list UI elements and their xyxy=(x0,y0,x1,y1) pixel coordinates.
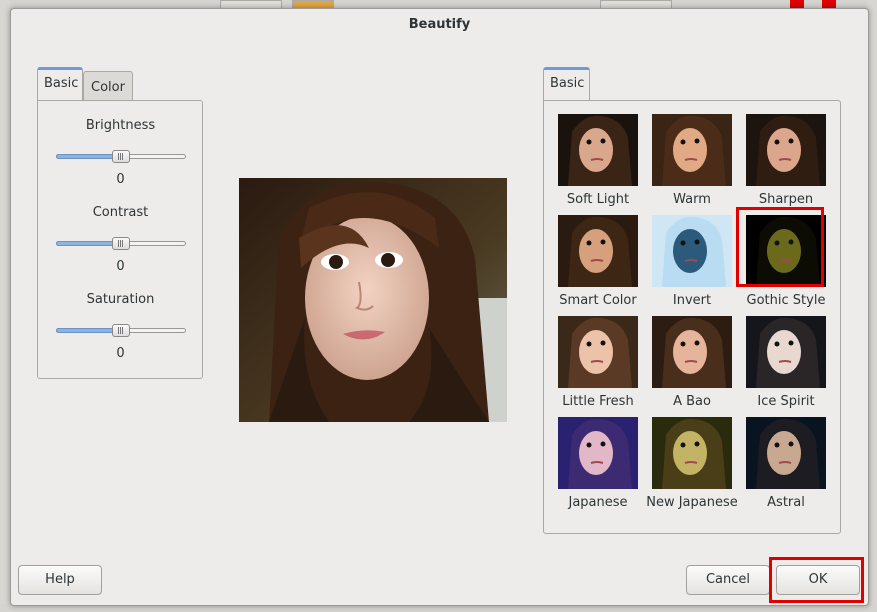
dialog-title: Beautify xyxy=(408,17,471,32)
effect-label: New Japanese xyxy=(646,495,738,510)
effect-thumbnail[interactable] xyxy=(558,316,638,388)
effect-japanese[interactable]: Japanese xyxy=(551,417,645,510)
effect-thumbnail[interactable] xyxy=(558,417,638,489)
effect-label: Smart Color xyxy=(559,293,637,308)
effect-label: Ice Spirit xyxy=(757,394,815,409)
effect-soft-light[interactable]: Soft Light xyxy=(551,114,645,207)
saturation-label: Saturation xyxy=(86,292,155,307)
effect-invert[interactable]: Invert xyxy=(645,215,739,308)
effect-label: Gothic Style xyxy=(746,293,826,308)
contrast-value: 0 xyxy=(116,259,125,274)
effect-thumbnail[interactable] xyxy=(652,114,732,186)
brightness-label: Brightness xyxy=(85,118,156,133)
effect-label: Invert xyxy=(672,293,712,308)
effect-sharpen[interactable]: Sharpen xyxy=(739,114,833,207)
effect-label: Soft Light xyxy=(566,192,630,207)
effect-thumbnail[interactable] xyxy=(746,417,826,489)
adjustments-panel: Brightness 0 Contrast 0 Saturation 0 xyxy=(37,100,203,379)
background-window-left xyxy=(0,0,10,612)
effect-thumbnail[interactable] xyxy=(558,114,638,186)
effect-thumbnail[interactable] xyxy=(746,316,826,388)
brightness-slider[interactable] xyxy=(56,150,186,163)
saturation-value: 0 xyxy=(116,346,125,361)
contrast-slider-handle[interactable] xyxy=(112,237,130,250)
effect-label: A Bao xyxy=(673,394,711,409)
contrast-label: Contrast xyxy=(92,205,149,220)
contrast-slider[interactable] xyxy=(56,237,186,250)
saturation-slider-handle[interactable] xyxy=(112,324,130,337)
effects-panel: Soft Light Warm Sharpen Smart Color Invert Go… xyxy=(543,100,841,534)
effect-little-fresh[interactable]: Little Fresh xyxy=(551,316,645,409)
effect-label: Warm xyxy=(673,192,711,207)
effect-ice-spirit[interactable]: Ice Spirit xyxy=(739,316,833,409)
cancel-button[interactable]: Cancel xyxy=(686,565,770,595)
effect-label: Astral xyxy=(767,495,805,510)
effect-label: Japanese xyxy=(568,495,628,510)
tab-basic-adjust[interactable]: Basic xyxy=(37,67,83,100)
effect-thumbnail[interactable] xyxy=(652,316,732,388)
effect-thumbnail[interactable] xyxy=(652,417,732,489)
effect-smart-color[interactable]: Smart Color xyxy=(551,215,645,308)
tab-color[interactable]: Color xyxy=(83,71,133,100)
effect-warm[interactable]: Warm xyxy=(645,114,739,207)
help-button[interactable]: Help xyxy=(18,565,102,595)
effect-thumbnail[interactable] xyxy=(652,215,732,287)
tab-basic-effects[interactable]: Basic xyxy=(543,67,590,100)
background-red-swatch xyxy=(822,0,836,8)
brightness-value: 0 xyxy=(116,172,125,187)
selected-effect-highlight xyxy=(736,207,824,287)
background-red-swatch xyxy=(790,0,804,8)
ok-button-highlight xyxy=(769,557,864,603)
photo-preview xyxy=(239,178,507,422)
saturation-slider[interactable] xyxy=(56,324,186,337)
effect-astral[interactable]: Astral xyxy=(739,417,833,510)
effect-label: Little Fresh xyxy=(562,394,634,409)
effect-thumbnail[interactable] xyxy=(746,114,826,186)
effect-new-japanese[interactable]: New Japanese xyxy=(645,417,739,510)
effect-gothic-style[interactable]: Gothic Style xyxy=(736,207,833,308)
brightness-slider-handle[interactable] xyxy=(112,150,130,163)
effect-a-bao[interactable]: A Bao xyxy=(645,316,739,409)
effect-label: Sharpen xyxy=(758,192,814,207)
beautify-dialog: Beautify Basic Color Brightness 0 Contra… xyxy=(10,8,869,606)
effect-thumbnail[interactable] xyxy=(558,215,638,287)
